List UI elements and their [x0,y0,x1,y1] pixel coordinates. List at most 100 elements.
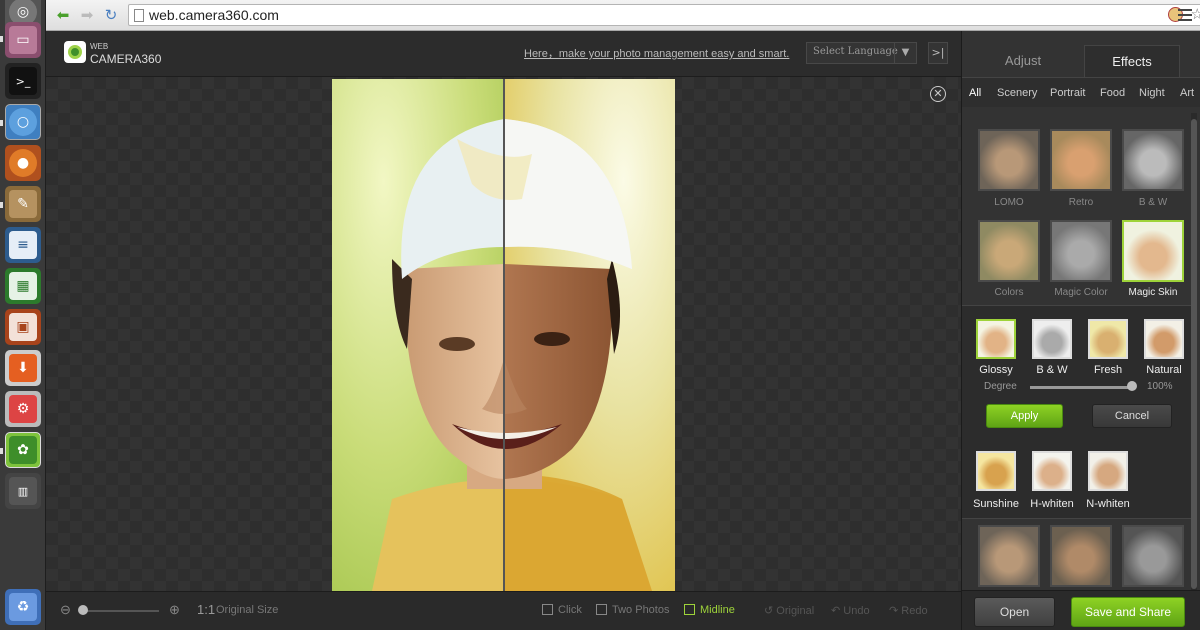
sub-effect-thumb-n-whiten[interactable] [1088,451,1128,491]
redo-icon: ↷ [889,605,902,617]
undo-button[interactable]: ↶ Undo [831,604,870,617]
effect-thumb[interactable] [1122,525,1184,587]
category-art[interactable]: Art [1180,87,1194,99]
photo-canvas: ✕ [46,77,961,591]
save-and-share-button[interactable]: Save and Share [1071,597,1185,627]
address-bar[interactable]: web.camera360.com ☆ [128,4,1200,26]
degree-value: 100% [1147,381,1173,392]
photo-preview[interactable] [332,79,675,591]
undo-icon: ↶ [831,605,844,617]
tab-effects[interactable]: Effects [1084,45,1180,77]
sub-effect-label-h-whiten: H-whiten [1030,498,1074,510]
category-food[interactable]: Food [1100,87,1125,99]
page-icon [134,9,144,22]
launcher-pip [0,448,3,454]
effect-thumb-magic-color[interactable] [1050,220,1112,282]
back-arrow-icon[interactable]: ⬅ [54,6,72,24]
two-photos-button[interactable]: Two Photos [596,604,669,616]
app-header: WEB CAMERA360 Here，make your photo manag… [46,31,961,77]
menu-icon[interactable] [1178,6,1192,24]
sub-effect-label-fresh: Fresh [1093,364,1123,376]
effect-label-bw: B & W [1138,197,1168,208]
zoom-slider-handle[interactable] [78,605,88,615]
click-icon [542,604,553,615]
collapse-panel-button[interactable]: >| [928,42,948,64]
degree-slider-handle[interactable] [1127,381,1137,391]
settings-icon[interactable]: ⚙ [5,391,41,427]
chromium-icon[interactable]: ○ [5,104,41,140]
click-compare-button[interactable]: Click [542,604,582,616]
sub-effect-thumb-sunshine[interactable] [976,451,1016,491]
workspace-switcher-icon[interactable]: ▥ [5,473,41,509]
effect-label-colors: Colors [994,287,1024,298]
browser-toolbar: ⬅ ➡ ↻ web.camera360.com ☆ [46,0,1200,31]
effects-panel: Adjust Effects All Scenery Portrait Food… [961,31,1200,630]
redo-button[interactable]: ↷ Redo [889,604,928,617]
scrollbar-thumb[interactable] [1191,119,1197,589]
software-center-icon[interactable]: ⬇ [5,350,41,386]
sub-effect-thumb-h-whiten[interactable] [1032,451,1072,491]
original-button[interactable]: ↺ Original [764,604,814,617]
effect-thumb-retro[interactable] [1050,129,1112,191]
terminal-icon[interactable]: >_ [5,63,41,99]
effect-thumb-colors[interactable] [978,220,1040,282]
effect-label-magic-color: Magic Color [1054,287,1108,298]
effect-categories: All Scenery Portrait Food Night Art [962,77,1200,107]
files-icon[interactable]: ▭ [5,22,41,58]
effect-thumb-magic-skin[interactable] [1122,220,1184,282]
category-night[interactable]: Night [1139,87,1165,99]
effect-thumb[interactable] [978,525,1040,587]
firefox-icon[interactable]: ● [5,145,41,181]
effect-thumb[interactable] [1050,525,1112,587]
category-portrait[interactable]: Portrait [1050,87,1085,99]
sub-effect-thumb-natural[interactable] [1144,319,1184,359]
calc-icon[interactable]: ▦ [5,268,41,304]
gimp-icon[interactable]: ✎ [5,186,41,222]
effect-thumb-lomo[interactable] [978,129,1040,191]
zoom-slider[interactable] [79,610,159,612]
sub-effect-thumb-glossy[interactable] [976,319,1016,359]
launcher-sidebar: ◎ ▭ >_ ○ ● ✎ ≡ ▦ ▣ ⬇ ⚙ ✿ ▥ ♻ [0,0,46,630]
camera360-app-icon[interactable]: ✿ [5,432,41,468]
apply-button[interactable]: Apply [986,404,1063,428]
impress-icon[interactable]: ▣ [5,309,41,345]
sub-effect-thumb-fresh[interactable] [1088,319,1128,359]
effect-thumb-bw[interactable] [1122,129,1184,191]
tagline-link[interactable]: Here，make your photo management easy and… [524,45,789,61]
zoom-ratio[interactable]: 1:1 [197,602,215,617]
zoom-in-icon[interactable]: ⊕ [169,602,180,618]
midline-button[interactable]: Midline [684,604,735,616]
degree-label: Degree [984,381,1017,392]
sub-effect-label-bw: B & W [1036,364,1068,376]
degree-slider[interactable] [1030,386,1132,389]
open-button[interactable]: Open [974,597,1055,627]
launcher-pip [0,202,3,208]
reload-icon[interactable]: ↻ [102,6,120,24]
category-scenery[interactable]: Scenery [997,87,1037,99]
logo-name-text: CAMERA360 [90,52,162,66]
category-all[interactable]: All [969,87,981,99]
forward-arrow-icon[interactable]: ➡ [78,6,96,24]
zoom-out-icon[interactable]: ⊖ [60,602,71,618]
language-select-label: Select Language [813,46,898,57]
midline-icon [684,604,695,615]
bottom-toolbar: ⊖ ⊕ 1:1 Original Size Click Two Photos M… [46,591,961,630]
panel-scrollbar[interactable] [1191,113,1197,593]
tab-adjust[interactable]: Adjust [962,45,1084,77]
effect-label-retro: Retro [1068,197,1094,208]
logo-web-text: WEB [90,42,109,51]
sub-effect-thumb-bw[interactable] [1032,319,1072,359]
url-text: web.camera360.com [149,7,279,23]
chevron-down-icon: ▼ [894,43,916,63]
original-size-button[interactable]: Original Size [216,604,278,616]
close-icon[interactable]: ✕ [930,86,946,102]
cancel-button[interactable]: Cancel [1092,404,1172,428]
sub-effect-label-natural: Natural [1146,364,1182,376]
sub-effect-label-n-whiten: N-whiten [1086,498,1130,510]
language-select[interactable]: Select Language ▼ [806,42,917,64]
writer-icon[interactable]: ≡ [5,227,41,263]
portrait-photo-image [332,79,675,591]
trash-icon[interactable]: ♻ [5,589,41,625]
sub-effect-label-glossy: Glossy [979,364,1013,376]
original-icon: ↺ [764,605,777,617]
